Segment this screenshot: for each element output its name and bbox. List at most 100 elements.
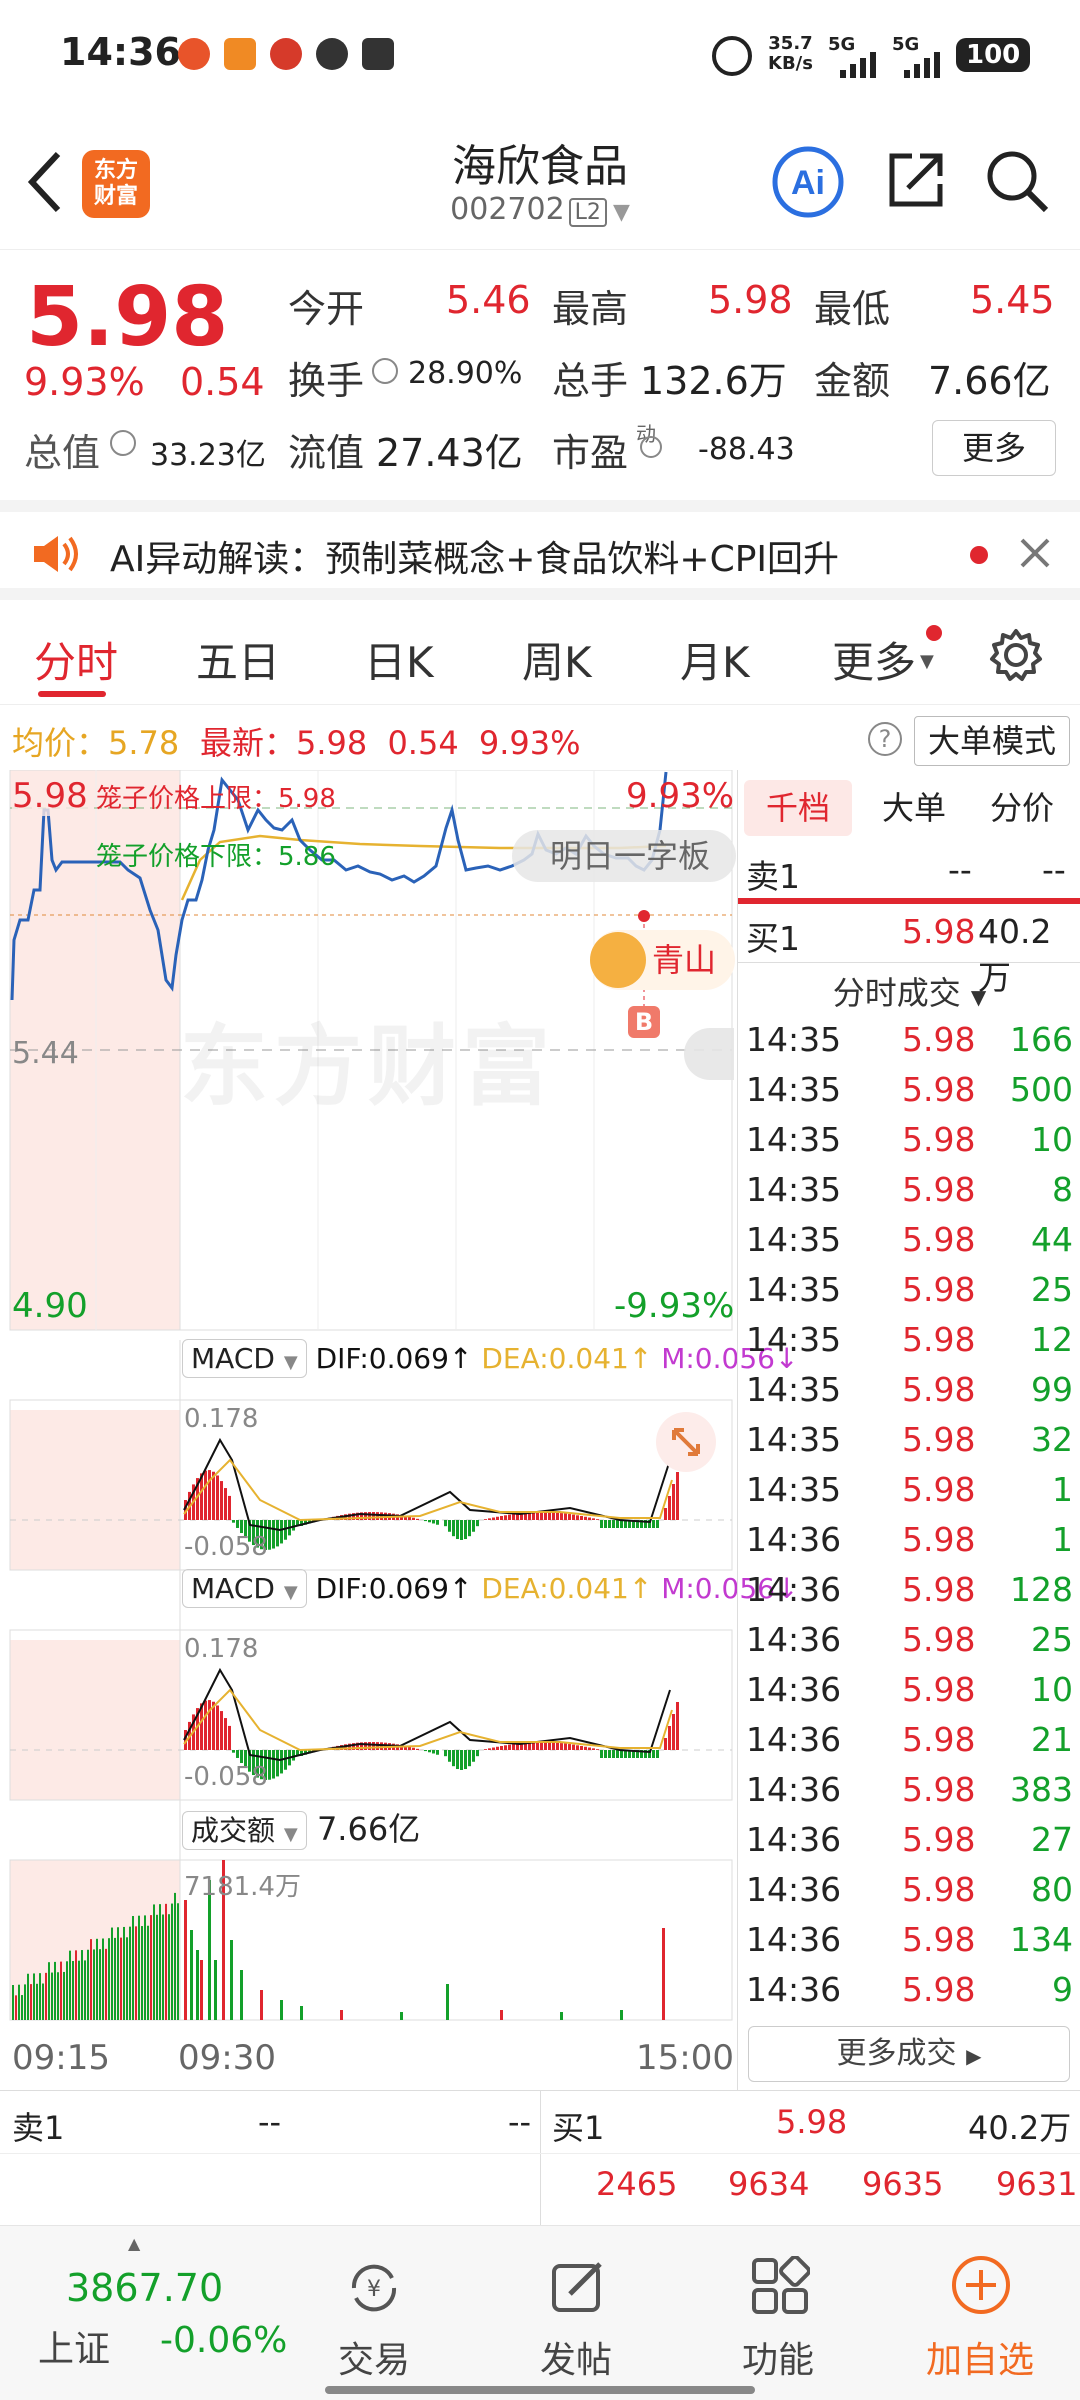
tab-more[interactable]: 更多 [832, 629, 916, 690]
nav-functions[interactable]: 功能 [688, 2226, 868, 2400]
collapse-handle[interactable] [684, 1028, 734, 1080]
svg-text:¥: ¥ [367, 2277, 381, 2302]
unread-dot [970, 546, 988, 564]
tab-monthly-k[interactable]: 月K [680, 629, 750, 690]
macd1-selector[interactable]: MACD ▼ [182, 1339, 307, 1378]
tick-price: 5.98 [902, 1620, 976, 1659]
battery-indicator: 100 [956, 38, 1031, 72]
tick-time: 14:36 [746, 1770, 842, 1809]
tick-vol: 500 [1010, 1070, 1073, 1109]
info-icon[interactable] [640, 436, 662, 458]
ticks-title[interactable]: 分时成交 ▼ [738, 968, 1080, 1018]
share-icon[interactable] [884, 148, 948, 212]
tick-time: 14:36 [746, 1620, 842, 1659]
tick-time: 14:35 [746, 1270, 842, 1309]
next-day-limit-tag[interactable]: 明日一字板 [512, 830, 736, 882]
index-ticker[interactable]: ▲ 3867.70 上证 -0.06% [0, 2226, 287, 2400]
close-icon[interactable] [1018, 536, 1052, 570]
dropdown-icon: ▼ [283, 1352, 298, 1373]
nav-post[interactable]: 发帖 [486, 2226, 666, 2400]
volume-label: 总手 [552, 359, 629, 403]
tick-row: 14:36 5.98 128 [742, 1570, 1077, 1620]
help-icon[interactable]: ? [868, 722, 902, 756]
buy1-row: 买1 5.98 40.2万 [746, 912, 1052, 997]
ai-assistant-icon[interactable]: Ai [770, 144, 846, 220]
time-axis-start: 09:15 [12, 2038, 110, 2078]
pct-axis-top: 9.93% [626, 776, 735, 816]
tab-daily-k[interactable]: 日K [364, 629, 434, 690]
tick-row: 14:36 5.98 21 [742, 1720, 1077, 1770]
svg-text:Ai: Ai [791, 164, 825, 202]
tab-price-dist[interactable]: 分价 [970, 780, 1074, 836]
amount-label: 金额 [814, 359, 891, 403]
tick-price: 5.98 [902, 1420, 976, 1459]
unread-dot [926, 625, 942, 641]
tick-price: 5.98 [902, 1020, 976, 1059]
tick-row: 14:35 5.98 25 [742, 1270, 1077, 1320]
tab-intraday[interactable]: 分时 [34, 629, 118, 690]
tick-vol: 10 [1031, 1120, 1073, 1159]
quote-panel: 5.98 9.93% 0.54 总值 33.23亿 今开 5.46 最高 5.9… [0, 250, 1080, 495]
nav-add-watchlist[interactable]: 加自选 [890, 2226, 1070, 2400]
float-label: 流值 [288, 431, 365, 475]
tick-time: 14:35 [746, 1120, 842, 1159]
price-axis-mid: 5.44 [12, 1036, 79, 1071]
search-icon[interactable] [984, 148, 1052, 216]
time-axis-end: 15:00 [636, 2038, 734, 2078]
mktcap-label: 总值 [24, 431, 101, 475]
intraday-chart-area[interactable]: 5.98 笼子价格上限：5.98 9.93% 笼子价格下限：5.86 明日一字板… [0, 770, 798, 2090]
info-icon[interactable] [372, 358, 398, 384]
upper-limit-label: 笼子价格上限：5.98 [96, 784, 336, 814]
tick-time: 14:36 [746, 1870, 842, 1909]
volume-selector[interactable]: 成交额 ▼ [182, 1811, 307, 1850]
buy-marker[interactable]: B [628, 1006, 660, 1038]
expand-icon[interactable] [654, 1410, 718, 1474]
book-sell1-vol: -- [508, 2103, 532, 2141]
tick-vol: 80 [1031, 1870, 1073, 1909]
tick-row: 14:35 5.98 32 [742, 1420, 1077, 1470]
tick-price: 5.98 [902, 1570, 976, 1609]
tab-weekly-k[interactable]: 周K [522, 629, 592, 690]
tab-big-orders[interactable]: 大单 [864, 780, 964, 836]
tick-row: 14:36 5.98 80 [742, 1870, 1077, 1920]
tick-row: 14:36 5.98 25 [742, 1620, 1077, 1670]
dropdown-icon: ▼ [612, 200, 630, 225]
big-order-mode-button[interactable]: 大单模式 [914, 716, 1070, 766]
tick-vol: 166 [1010, 1020, 1073, 1059]
tick-time: 14:35 [746, 1320, 842, 1359]
tab-thousand-levels[interactable]: 千档 [744, 780, 852, 836]
ai-news-banner[interactable]: AI异动解读：预制菜概念+食品饮料+CPI回升 [0, 500, 1080, 600]
open-value: 5.46 [446, 278, 531, 322]
nav-trade[interactable]: ¥ 交易 [284, 2226, 464, 2400]
macd2-dif: DIF:0.069 [315, 1572, 449, 1605]
more-ticks-button[interactable]: 更多成交 ▶ [748, 2026, 1070, 2082]
book-buy1-vol: 40.2万 [968, 2109, 1072, 2147]
spread-bar [738, 898, 1080, 904]
tick-row: 14:35 5.98 10 [742, 1120, 1077, 1170]
ticks-list[interactable]: 14:35 5.98 166 14:35 5.98 500 14:35 5.98 10 14:35… [738, 1020, 1080, 2020]
avatar-icon[interactable] [590, 932, 646, 988]
macd2-selector[interactable]: MACD ▼ [182, 1569, 307, 1608]
avatar-text: 青山 [652, 941, 717, 979]
tick-price: 5.98 [902, 1170, 976, 1209]
news-text: AI异动解读：预制菜概念+食品饮料+CPI回升 [110, 539, 840, 580]
app-notification-icon [362, 38, 394, 70]
queue-order: 9631 [996, 2165, 1078, 2203]
book-sell1-price: -- [258, 2103, 282, 2141]
chevron-up-icon: ▲ [128, 2234, 141, 2253]
gear-icon[interactable] [988, 627, 1044, 683]
volume-value: 132.6万 [640, 359, 787, 403]
info-icon[interactable] [110, 430, 136, 456]
tick-row: 14:35 5.98 166 [742, 1020, 1077, 1070]
alarm-icon [712, 36, 752, 76]
index-change: -0.06% [160, 2320, 288, 2361]
more-quote-button[interactable]: 更多 [932, 420, 1056, 476]
macd2-axis-top: 0.178 [184, 1634, 259, 1664]
level2-badge: L2 [568, 198, 607, 227]
tab-five-day[interactable]: 五日 [196, 629, 280, 690]
app-notification-icon [224, 38, 256, 70]
tick-row: 14:35 5.98 99 [742, 1370, 1077, 1420]
tick-time: 14:35 [746, 1070, 842, 1109]
high-label: 最高 [552, 287, 629, 331]
order-book-panel: 千档 大单 分价 卖1 -- -- 买1 5.98 40.2万 分时成交 ▼ 1… [737, 770, 1080, 2090]
